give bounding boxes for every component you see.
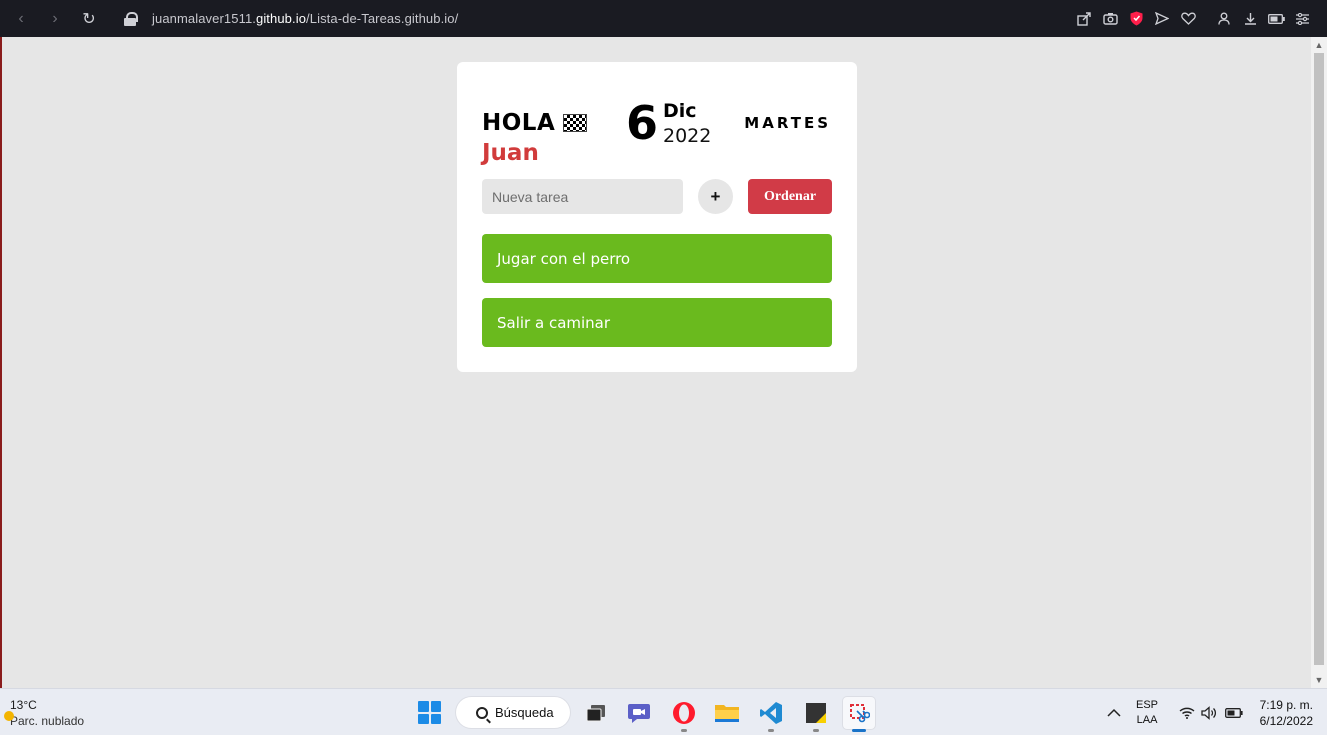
weather-description: Parc. nublado <box>10 714 85 728</box>
send-icon[interactable] <box>1149 6 1175 32</box>
sort-button[interactable]: Ordenar <box>748 179 832 214</box>
task-item[interactable]: Salir a caminar <box>482 298 832 347</box>
date-month: Dic <box>663 100 697 122</box>
profile-icon[interactable] <box>1211 6 1237 32</box>
forward-icon: › <box>52 9 58 27</box>
search-icon <box>476 706 488 719</box>
browser-toolbar: ‹ › ↻ juanmalaver1511.github.io/Lista-de… <box>0 0 1327 37</box>
system-clock[interactable]: 7:19 p. m. 6/12/2022 <box>1260 697 1313 729</box>
scroll-up-icon[interactable]: ▲ <box>1311 37 1327 53</box>
battery-icon[interactable] <box>1263 6 1289 32</box>
greeting-text: HOLA <box>482 110 556 136</box>
url-path: /Lista-de-Tareas.github.io/ <box>306 11 459 26</box>
date-day: 6 <box>626 96 659 150</box>
add-task-button[interactable]: + <box>698 179 733 214</box>
address-bar[interactable]: juanmalaver1511.github.io/Lista-de-Tarea… <box>152 11 458 26</box>
start-button[interactable] <box>418 701 441 724</box>
scrollbar-thumb[interactable] <box>1314 53 1324 665</box>
file-explorer-icon[interactable] <box>711 697 743 729</box>
camera-icon[interactable] <box>1097 6 1123 32</box>
sticky-notes-icon[interactable] <box>800 697 832 732</box>
menu-icon[interactable] <box>1289 6 1315 32</box>
search-label: Búsqueda <box>495 705 554 720</box>
battery-icon[interactable] <box>1218 697 1250 729</box>
download-icon[interactable] <box>1237 6 1263 32</box>
chat-icon[interactable] <box>623 697 655 729</box>
checkered-flag-icon <box>563 114 588 132</box>
todo-card: HOLA Juan 6 Dic 2022 MARTES + Ordenar Ju… <box>457 62 857 372</box>
forward-button[interactable]: › <box>42 6 68 32</box>
reload-icon: ↻ <box>82 10 96 28</box>
scroll-down-icon[interactable]: ▼ <box>1311 672 1327 688</box>
heart-icon[interactable] <box>1175 6 1201 32</box>
user-name: Juan <box>482 140 539 166</box>
chevron-up-icon[interactable] <box>1098 697 1130 729</box>
language-indicator[interactable]: ESP LAA <box>1136 698 1158 728</box>
task-view-icon[interactable] <box>580 697 612 729</box>
sun-icon <box>4 711 14 721</box>
back-button[interactable]: ‹ <box>8 6 34 32</box>
date-weekday: MARTES <box>744 114 831 132</box>
toolbar-icons <box>1071 0 1315 37</box>
taskbar-search[interactable]: Búsqueda <box>456 697 570 728</box>
share-icon[interactable] <box>1071 6 1097 32</box>
os-taskbar: 13°C Parc. nublado Búsqueda ESP LAA 7:19… <box>0 688 1327 735</box>
back-icon: ‹ <box>18 9 24 27</box>
clock-date: 6/12/2022 <box>1259 714 1313 728</box>
page-scrollbar[interactable]: ▲ ▼ <box>1311 37 1327 688</box>
url-prefix: juanmalaver1511. <box>152 11 256 26</box>
weather-widget[interactable]: 13°C Parc. nublado <box>4 697 85 729</box>
keyboard-layout: LAA <box>1136 714 1158 726</box>
url-domain: github.io <box>255 11 307 26</box>
weather-temperature: 13°C <box>10 698 37 712</box>
language-code: ESP <box>1136 699 1159 711</box>
opera-icon[interactable] <box>668 697 700 732</box>
shield-icon[interactable] <box>1123 6 1149 32</box>
lock-icon[interactable] <box>124 11 138 26</box>
new-task-input[interactable] <box>482 179 683 214</box>
reload-button[interactable]: ↻ <box>76 6 102 32</box>
window-edge <box>0 37 2 688</box>
date-year: 2022 <box>663 125 712 147</box>
snipping-tool-icon[interactable] <box>843 697 875 732</box>
task-item[interactable]: Jugar con el perro <box>482 234 832 283</box>
vscode-icon[interactable] <box>755 697 787 732</box>
clock-time: 7:19 p. m. <box>1259 698 1313 712</box>
greeting-heading: HOLA <box>482 110 588 136</box>
